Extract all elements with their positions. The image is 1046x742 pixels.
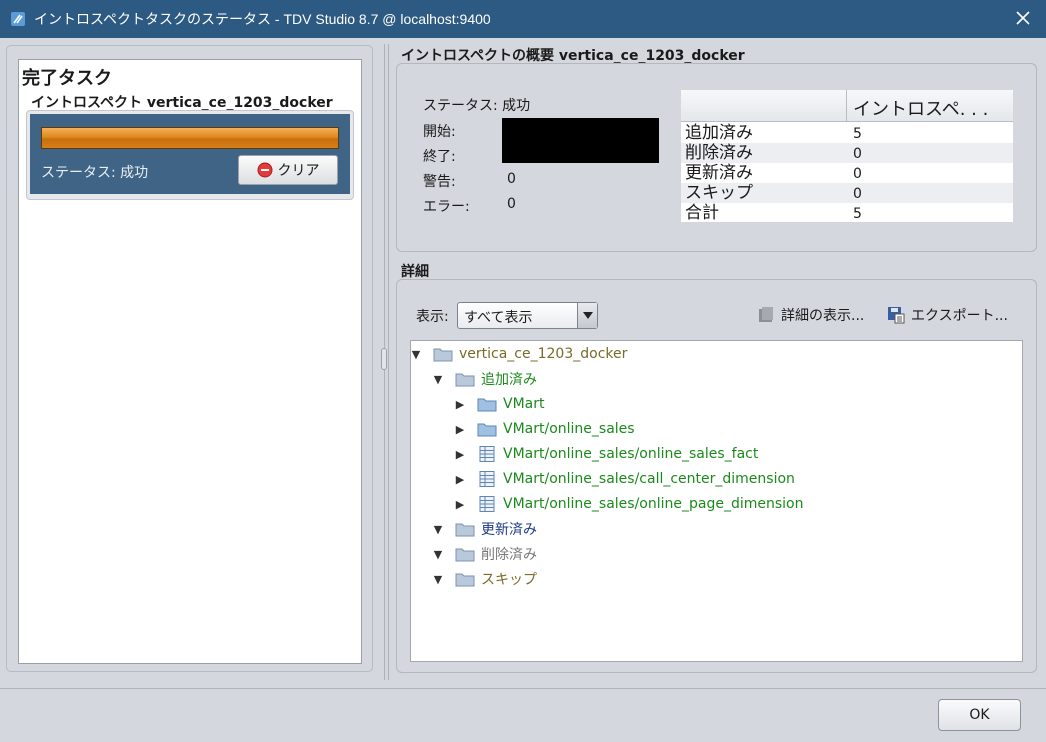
show-details-label: 詳細の表示... xyxy=(781,308,865,324)
details-icon xyxy=(759,307,773,322)
errors-value: 0 xyxy=(507,196,516,212)
table-row[interactable]: 更新済み 0 xyxy=(681,163,1013,183)
expanded-toggle-icon[interactable]: ▼ xyxy=(411,348,421,361)
folder-icon xyxy=(455,373,475,387)
completed-tasks-heading: 完了タスク xyxy=(22,68,112,89)
row-value: 0 xyxy=(853,146,862,162)
row-label: 追加済み xyxy=(685,123,753,143)
tree-node-label: VMart/online_sales/online_sales_fact xyxy=(503,446,759,462)
table-row[interactable]: スキップ 0 xyxy=(681,183,1013,203)
tree-node-item[interactable]: ▶ VMart xyxy=(455,393,545,415)
tree-node-label: 削除済み xyxy=(481,547,537,563)
export-button[interactable]: エクスポート... xyxy=(887,305,1008,325)
tree-node-label: vertica_ce_1203_docker xyxy=(459,346,628,362)
start-label: 開始: xyxy=(423,124,456,140)
column-separator[interactable] xyxy=(846,90,847,122)
row-value: 5 xyxy=(853,206,862,222)
tree-node-deleted[interactable]: ▼ 削除済み xyxy=(433,543,537,565)
row-value: 5 xyxy=(853,126,862,142)
folder-icon xyxy=(433,348,453,362)
redacted-timestamps xyxy=(502,118,659,163)
tree-node-added[interactable]: ▼ 追加済み xyxy=(433,368,537,390)
chevron-down-icon xyxy=(583,312,593,319)
table-row[interactable]: 合計 5 xyxy=(681,203,1013,223)
table-icon xyxy=(479,446,495,462)
tree-node-item[interactable]: ▶ VMart/online_sales/online_sales_fact xyxy=(455,443,758,465)
tree-node-label: 追加済み xyxy=(481,372,537,388)
tree-node-label: VMart/online_sales/call_center_dimension xyxy=(503,471,795,487)
summary-table: イントロスペ. . . 追加済み 5 削除済み 0 更新済み 0 スキップ 0 … xyxy=(681,90,1013,223)
expanded-toggle-icon[interactable]: ▼ xyxy=(433,523,443,536)
warnings-value: 0 xyxy=(507,171,516,187)
dropdown-button[interactable] xyxy=(577,303,597,328)
tree-node-item[interactable]: ▶ VMart/online_sales/online_page_dimensi… xyxy=(455,493,803,515)
collapsed-toggle-icon[interactable]: ▶ xyxy=(455,498,465,511)
title-bar: イントロスペクトタスクのステータス - TDV Studio 8.7 @ loc… xyxy=(0,0,1046,38)
collapsed-toggle-icon[interactable]: ▶ xyxy=(455,473,465,486)
show-label: 表示: xyxy=(416,309,449,325)
expanded-toggle-icon[interactable]: ▼ xyxy=(433,548,443,561)
table-row[interactable]: 追加済み 5 xyxy=(681,123,1013,143)
task-name: イントロスペクト vertica_ce_1203_docker xyxy=(31,95,333,111)
tree-node-label: 更新済み xyxy=(481,522,537,538)
folder-icon xyxy=(455,548,475,562)
splitter-handle[interactable] xyxy=(381,348,387,370)
row-label: 削除済み xyxy=(685,143,753,163)
save-export-icon xyxy=(888,307,905,324)
row-label: スキップ xyxy=(685,183,753,203)
task-status: ステータス: 成功 xyxy=(41,165,149,181)
show-details-button[interactable]: 詳細の表示... xyxy=(757,305,864,325)
clear-button[interactable]: クリア xyxy=(238,155,338,185)
splitter-line xyxy=(388,44,389,680)
tree-node-label: VMart xyxy=(503,396,545,412)
tree-node-item[interactable]: ▶ VMart/online_sales/call_center_dimensi… xyxy=(455,468,795,490)
tree-node-skipped[interactable]: ▼ スキップ xyxy=(433,568,537,590)
table-icon xyxy=(479,471,495,487)
ok-button[interactable]: OK xyxy=(938,699,1021,731)
summary-status: ステータス: 成功 xyxy=(423,98,531,114)
row-label: 更新済み xyxy=(685,163,753,183)
tree-node-item[interactable]: ▶ VMart/online_sales xyxy=(455,418,635,440)
clear-button-label: クリア xyxy=(277,163,320,179)
summary-column-header[interactable]: イントロスペ. . . xyxy=(853,95,988,121)
tree-node-root[interactable]: ▼ vertica_ce_1203_docker xyxy=(411,343,628,365)
row-label: 合計 xyxy=(685,203,719,223)
folder-icon xyxy=(477,398,497,412)
show-filter-select[interactable]: すべて表示 xyxy=(457,302,598,329)
tree-node-label: VMart/online_sales/online_page_dimension xyxy=(503,496,804,512)
table-row[interactable]: 削除済み 0 xyxy=(681,143,1013,163)
folder-icon xyxy=(455,573,475,587)
collapsed-toggle-icon[interactable]: ▶ xyxy=(455,448,465,461)
collapsed-toggle-icon[interactable]: ▶ xyxy=(455,423,465,436)
task-progress-bar xyxy=(41,127,339,149)
export-label: エクスポート... xyxy=(911,308,1008,324)
expanded-toggle-icon[interactable]: ▼ xyxy=(433,573,443,586)
errors-label: エラー: xyxy=(423,199,470,215)
close-icon[interactable] xyxy=(1014,9,1032,27)
row-value: 0 xyxy=(853,186,862,202)
row-value: 0 xyxy=(853,166,862,182)
end-label: 終了: xyxy=(423,149,456,165)
folder-icon xyxy=(455,523,475,537)
tree-node-label: スキップ xyxy=(481,572,537,588)
tree-node-label: VMart/online_sales xyxy=(503,421,635,437)
folder-icon xyxy=(477,423,497,437)
clear-icon xyxy=(257,162,272,178)
summary-heading: イントロスペクトの概要 vertica_ce_1203_docker xyxy=(401,48,745,64)
tree-node-updated[interactable]: ▼ 更新済み xyxy=(433,518,537,540)
warnings-label: 警告: xyxy=(423,174,456,190)
footer-divider xyxy=(0,688,1046,689)
details-heading: 詳細 xyxy=(401,264,429,280)
tdv-app-icon xyxy=(11,12,25,26)
expanded-toggle-icon[interactable]: ▼ xyxy=(433,373,443,386)
table-icon xyxy=(479,496,495,512)
collapsed-toggle-icon[interactable]: ▶ xyxy=(455,398,465,411)
show-filter-value: すべて表示 xyxy=(464,310,533,326)
window-title: イントロスペクトタスクのステータス - TDV Studio 8.7 @ loc… xyxy=(34,11,491,27)
